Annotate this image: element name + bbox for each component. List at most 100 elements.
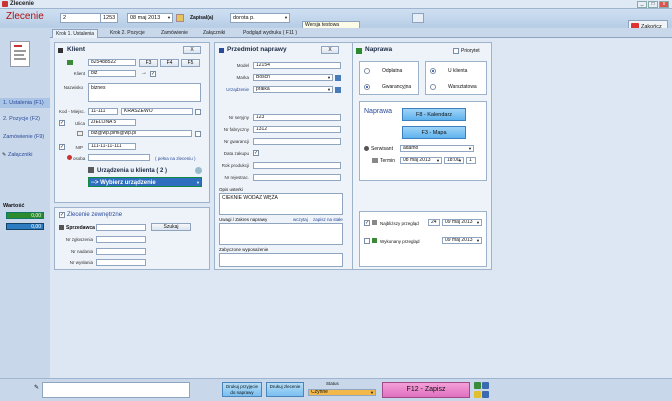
paid-label: Odpłatna [382,68,403,74]
status-select[interactable]: Czynne [308,389,376,396]
paid-radio[interactable] [364,68,370,74]
send-no-field[interactable] [96,248,146,255]
serial-field[interactable]: 123 [253,114,341,121]
tab-podglad[interactable]: Podgląd wydruku ( F11 ) [240,29,300,38]
warranty-radio[interactable] [364,84,370,90]
brand-add-icon[interactable] [335,75,341,81]
client-clear-button[interactable]: X [183,46,201,54]
surname-field[interactable]: biznes [88,83,201,102]
note-field[interactable] [42,382,190,398]
workshop-label: Warsztatowa [448,84,477,90]
maximize-button[interactable]: □ [648,1,658,8]
refresh-icon[interactable] [195,167,202,174]
tab-zamowienie[interactable]: Zamówienie [158,29,191,38]
select-device-dropdown[interactable]: --> Wybierz urządzenie [88,177,202,188]
reg-no-field[interactable] [253,174,341,181]
f5-button[interactable]: F5 [181,59,200,67]
repair-panel: Naprawa Priorytet Odpłatna Gwarancyjna U… [352,42,492,270]
close-window-button[interactable]: x [659,1,669,8]
postal-label: Kod - Miejsc. [58,109,85,114]
ok-icon[interactable] [474,382,481,389]
mail-icon[interactable] [482,391,489,398]
purchase-date-checkbox[interactable]: ✓ [253,150,259,156]
calendar-button[interactable]: F8 - Kalendarz [402,108,466,121]
done-inspection-icon [372,238,377,243]
person-label: osoba [73,156,86,161]
done-inspection-date[interactable]: 09 maj 2013 [442,237,482,244]
load-link[interactable]: wczytaj [293,217,308,222]
client-field[interactable]: biz [88,70,136,77]
priority-checkbox[interactable] [453,48,459,54]
client-checkbox[interactable]: ✓ [150,71,156,77]
nip-field[interactable]: 111-11-11-111 [88,143,136,150]
city-checkbox[interactable] [195,109,201,115]
next-inspection-checkbox[interactable]: ✓ [364,220,370,226]
repair-icon [356,48,362,54]
save-permanent-link[interactable]: zapisz na stałe [313,217,343,222]
map-button[interactable]: F3 - Mapa [402,126,466,139]
f4-button[interactable]: F4 [160,59,179,67]
document-thumbnail[interactable] [10,41,30,67]
ship-no-field[interactable] [96,259,146,266]
tools-icon[interactable] [412,13,424,23]
equipment-field[interactable] [219,253,343,267]
nip-label: NIP [75,145,83,150]
print-acceptance-button[interactable]: Drukuj przyjęcie do naprawy [222,382,262,397]
tab-krok2[interactable]: Krok 2. Pozycje [107,29,148,38]
email-checkbox[interactable] [195,131,201,137]
save-button[interactable]: F12 - Zapisz [382,382,470,398]
term-date-field[interactable]: 08 maj 2013 [400,157,442,164]
print-icon[interactable] [482,382,489,389]
at-client-label: U klienta [448,68,468,74]
report-no-field[interactable] [96,236,146,243]
year-field[interactable] [253,162,341,169]
next-inspection-count[interactable]: 24 [428,219,440,226]
factory-no-field[interactable]: 1312 [253,126,341,133]
tab-krok1[interactable]: Krok 1. Ustalenia [52,29,99,38]
fault-field[interactable]: CIEKNIE WODAZ WĘŻA [219,193,343,215]
devices-label: Urządzenia u klienta ( 2 ) [97,168,168,174]
seller-field[interactable] [96,224,146,231]
at-client-radio[interactable] [430,68,436,74]
calendar-icon[interactable] [176,14,184,22]
inspection-icon [372,220,377,225]
warranty-no-field[interactable] [253,138,341,145]
search-button[interactable]: Szukaj [151,223,191,231]
phone-field[interactable]: 825488522 [88,59,136,66]
sidebar-item-ustalenia[interactable]: 1. Ustalenia (F1) [0,98,50,108]
value-green: 0,00 [6,212,44,219]
print-order-button[interactable]: Drukuj zlecenie [266,382,304,397]
minimize-button[interactable]: _ [637,1,647,8]
email-field[interactable]: biz@wp.plmi@wp.pl [88,130,192,137]
model-field[interactable]: 12154 [253,62,341,69]
sidebar-item-pozycje[interactable]: 2. Pozycje (F2) [3,116,40,122]
item-title: Przedmiot naprawy [227,46,287,53]
device-select[interactable]: pralka [253,86,333,93]
saved-by-select[interactable]: dorota p. [230,13,290,23]
item-clear-button[interactable]: X [321,46,339,54]
bottom-bar: ✎ Drukuj przyjęcie do naprawy Drukuj zle… [0,378,672,401]
technician-select[interactable]: adamo [400,145,474,152]
warning-icon[interactable] [474,391,481,398]
done-inspection-checkbox[interactable] [364,238,370,244]
postal-field[interactable]: 11-111 [88,108,118,115]
tab-zalaczniki[interactable]: Załączniki [200,29,228,38]
next-inspection-date[interactable]: 09 maj 2013 [442,219,482,226]
payment-group: Odpłatna Gwarancyjna [359,61,419,95]
device-add-icon[interactable] [335,87,341,93]
date-field[interactable]: 08 maj 2013 [127,13,173,23]
external-checkbox[interactable]: ✓ [59,212,65,218]
workshop-radio[interactable] [430,84,436,90]
sidebar-item-zalaczniki[interactable]: Załączniki [8,152,32,158]
city-field[interactable]: KRASZEWO [121,108,193,115]
brand-select[interactable]: Bosch [253,74,333,81]
sidebar-item-zamowienie[interactable]: Zamówienie (F9) [3,134,44,140]
term-time-field[interactable]: 18:00 [444,157,464,164]
code-field[interactable]: 1253 [100,13,118,23]
main-content: Klient X 825488522 F3 F4 F5 Klient biz →… [50,38,672,378]
notes-field[interactable] [219,223,343,245]
f3-button[interactable]: F3 [139,59,158,67]
street-field[interactable]: ZIELONA 5 [88,119,136,126]
person-field[interactable] [88,154,150,161]
term-count-field[interactable]: 1 [466,157,476,164]
